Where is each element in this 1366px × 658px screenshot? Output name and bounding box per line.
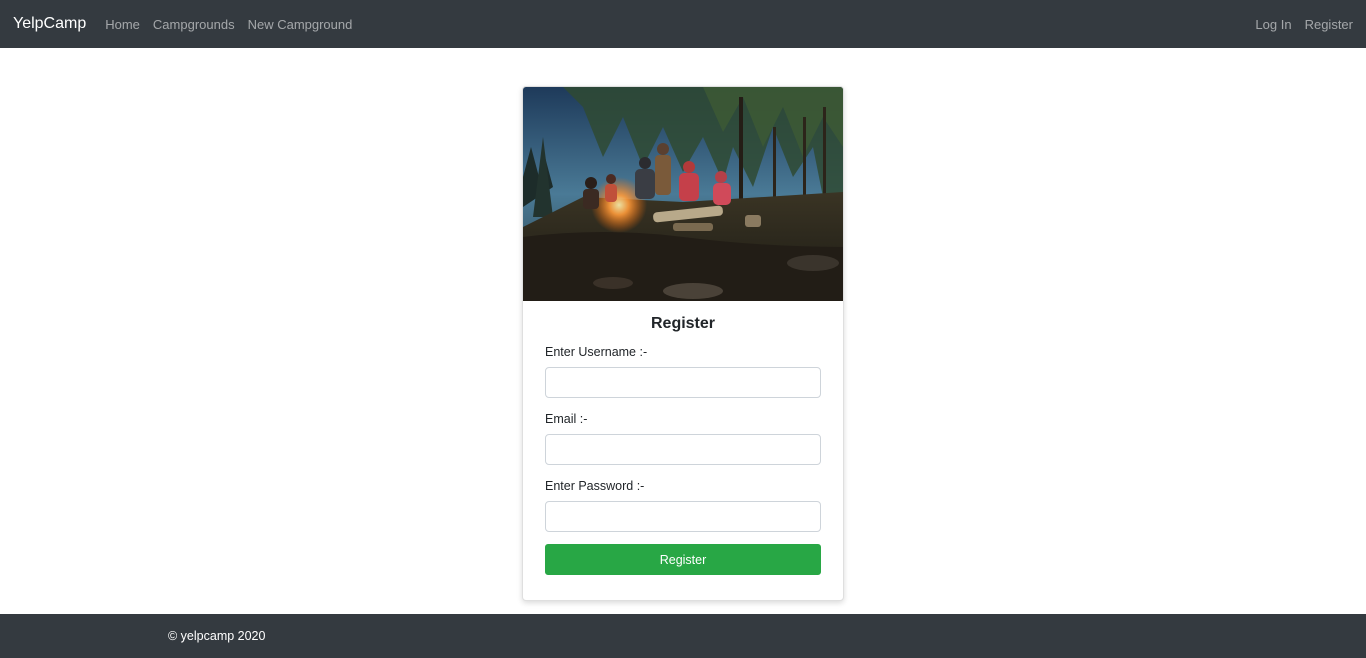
nav-link-register[interactable]: Register <box>1305 17 1353 32</box>
campfire-image <box>523 87 843 301</box>
username-label: Enter Username :- <box>545 345 648 359</box>
email-input[interactable] <box>545 434 821 465</box>
form-title: Register <box>650 315 716 332</box>
username-group: Enter Username :- <box>545 345 821 398</box>
username-input[interactable] <box>545 367 821 398</box>
password-input[interactable] <box>545 501 821 532</box>
brand-link[interactable]: YelpCamp <box>13 15 86 33</box>
navbar: YelpCamp Home Campgrounds New Campground… <box>0 0 1366 48</box>
email-group: Email :- <box>545 412 821 465</box>
register-card: Register Enter Username :- Email :- Ente… <box>522 86 844 601</box>
footer-copyright: © yelpcamp 2020 <box>168 629 266 643</box>
nav-link-home[interactable]: Home <box>105 17 140 32</box>
password-label: Enter Password :- <box>545 479 645 493</box>
nav-link-new-campground[interactable]: New Campground <box>248 17 353 32</box>
nav-link-campgrounds[interactable]: Campgrounds <box>153 17 235 32</box>
email-label: Email :- <box>545 412 588 426</box>
footer: © yelpcamp 2020 <box>0 614 1366 658</box>
password-group: Enter Password :- <box>545 479 821 532</box>
register-button[interactable]: Register <box>545 544 821 575</box>
nav-right-group: Log In Register <box>1242 17 1353 32</box>
nav-link-login[interactable]: Log In <box>1255 17 1291 32</box>
card-body: Register Enter Username :- Email :- Ente… <box>523 301 843 575</box>
